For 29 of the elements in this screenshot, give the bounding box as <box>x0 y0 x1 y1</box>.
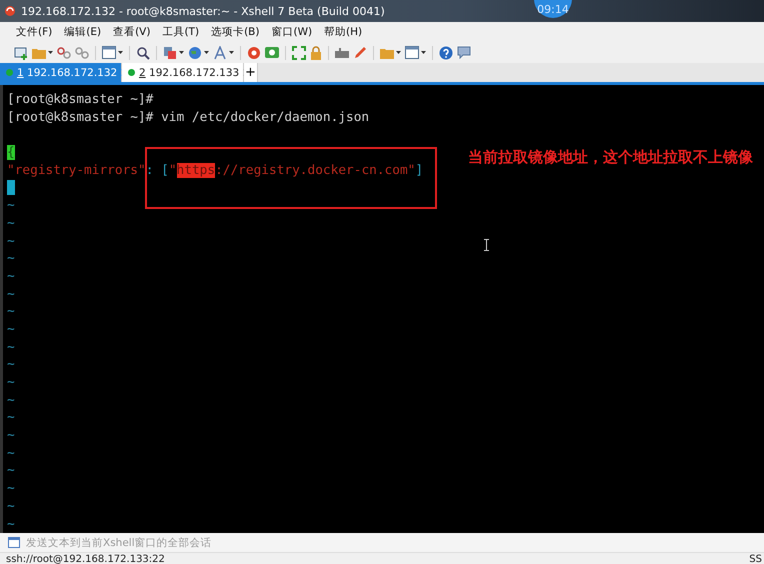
empty-line-marker: ~ <box>7 216 15 231</box>
empty-line-marker: ~ <box>7 268 15 284</box>
clock-badge: 09:14 <box>534 0 572 18</box>
empty-line-marker: ~ <box>7 357 15 372</box>
protocol-label: SS <box>749 553 763 564</box>
annotation-text: 当前拉取镜像地址，这个地址拉取不上镜像 <box>468 147 754 167</box>
empty-line-marker: ~ <box>7 428 15 444</box>
empty-line-marker: ~ <box>7 463 15 478</box>
empty-line-marker: ~ <box>7 198 15 214</box>
empty-line-marker: ~ <box>7 340 15 355</box>
empty-line-marker: ~ <box>7 304 15 320</box>
empty-line-marker: ~ <box>7 410 15 426</box>
empty-line-marker: ~ <box>7 251 15 266</box>
connection-status: ssh://root@192.168.172.133:22 <box>6 553 165 564</box>
terminal-line: [root@k8smaster ~]# vim /etc/docker/daemon.json <box>7 108 370 126</box>
window-title: 192.168.172.132 - root@k8smaster:~ - Xshell 7 Beta (Build 0041) <box>21 4 385 18</box>
empty-line-marker: ~ <box>7 446 15 461</box>
empty-line-marker: ~ <box>7 392 15 408</box>
empty-line-marker: ~ <box>7 322 15 337</box>
empty-line-marker: ~ <box>7 375 15 390</box>
empty-line-marker: ~ <box>7 516 15 532</box>
empty-line-marker: ~ <box>7 481 15 496</box>
terminal-line: "registry-mirrors": ["https://registry.docker-cn.com"] <box>7 162 424 180</box>
empty-line-marker: ~ <box>7 498 15 514</box>
tab-label: 2 192.168.172.133 <box>139 66 240 78</box>
empty-line-marker: ~ <box>7 286 15 302</box>
terminal-line: [root@k8smaster ~]# <box>7 91 154 109</box>
empty-line-marker: ~ <box>7 234 15 248</box>
tab-label: 1 192.168.172.132 <box>17 66 118 78</box>
